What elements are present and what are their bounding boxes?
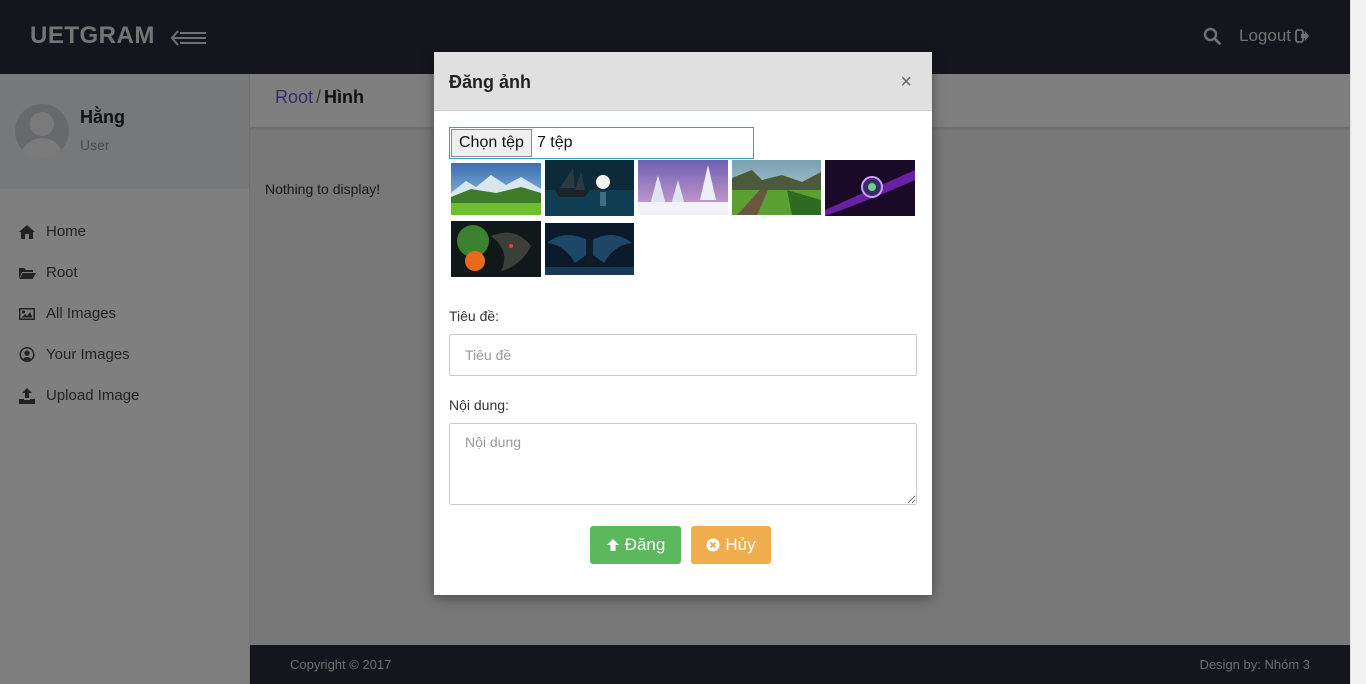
file-count: 7 tệp xyxy=(536,134,573,151)
post-button[interactable]: Đăng xyxy=(590,526,681,564)
content-textarea[interactable] xyxy=(449,423,917,505)
cancel-button[interactable]: Hủy xyxy=(691,526,771,564)
cancel-button-label: Hủy xyxy=(725,535,756,554)
times-circle-icon xyxy=(706,538,720,552)
thumb-purple-orb xyxy=(825,160,915,216)
thumb-ship-moon xyxy=(545,160,634,216)
thumb-fire-dragon xyxy=(451,221,541,277)
modal-title: Đăng ảnh xyxy=(449,72,532,92)
modal-header: Đăng ảnh × xyxy=(434,52,932,111)
thumb-railway-landscape xyxy=(732,160,821,215)
title-input[interactable] xyxy=(449,334,917,376)
upload-modal: Đăng ảnh × Chọn tệp 7 tệp Tiêu đề: Tiêu … xyxy=(434,52,932,595)
thumb-mountain-meadow xyxy=(451,163,541,215)
choose-file-button[interactable]: Chọn tệp xyxy=(451,129,532,157)
file-input[interactable]: Chọn tệp 7 tệp xyxy=(449,127,754,159)
page-scrollbar[interactable] xyxy=(1350,0,1366,684)
title-label: Tiêu đề: xyxy=(449,308,500,324)
close-icon[interactable]: × xyxy=(900,72,912,92)
thumb-snowy-forest xyxy=(638,160,728,215)
arrow-up-icon xyxy=(606,539,619,551)
content-label: Nội dung: xyxy=(449,397,509,413)
thumb-dark-angel xyxy=(545,223,634,275)
post-button-label: Đăng xyxy=(624,535,666,554)
